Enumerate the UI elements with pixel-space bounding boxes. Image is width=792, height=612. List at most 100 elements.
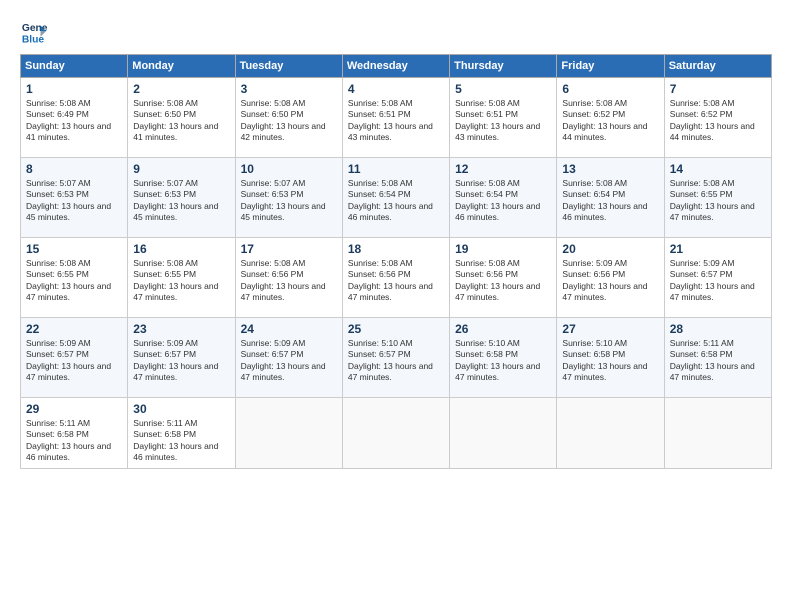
day-info: Sunrise: 5:09 AMSunset: 6:57 PMDaylight:… — [26, 338, 111, 382]
calendar-cell: 27 Sunrise: 5:10 AMSunset: 6:58 PMDaylig… — [557, 318, 664, 398]
day-number: 24 — [241, 322, 337, 336]
day-info: Sunrise: 5:10 AMSunset: 6:58 PMDaylight:… — [562, 338, 647, 382]
calendar-cell — [557, 398, 664, 469]
calendar-cell — [235, 398, 342, 469]
header: General Blue — [20, 18, 772, 46]
calendar-cell: 23 Sunrise: 5:09 AMSunset: 6:57 PMDaylig… — [128, 318, 235, 398]
day-info: Sunrise: 5:09 AMSunset: 6:57 PMDaylight:… — [241, 338, 326, 382]
day-info: Sunrise: 5:07 AMSunset: 6:53 PMDaylight:… — [241, 178, 326, 222]
day-number: 8 — [26, 162, 122, 176]
calendar-cell: 30 Sunrise: 5:11 AMSunset: 6:58 PMDaylig… — [128, 398, 235, 469]
day-info: Sunrise: 5:08 AMSunset: 6:55 PMDaylight:… — [670, 178, 755, 222]
calendar-cell: 11 Sunrise: 5:08 AMSunset: 6:54 PMDaylig… — [342, 158, 449, 238]
weekday-header-row: Sunday Monday Tuesday Wednesday Thursday… — [21, 55, 772, 78]
calendar-cell: 18 Sunrise: 5:08 AMSunset: 6:56 PMDaylig… — [342, 238, 449, 318]
calendar-cell: 19 Sunrise: 5:08 AMSunset: 6:56 PMDaylig… — [450, 238, 557, 318]
day-number: 26 — [455, 322, 551, 336]
calendar-cell: 5 Sunrise: 5:08 AMSunset: 6:51 PMDayligh… — [450, 78, 557, 158]
calendar-cell: 14 Sunrise: 5:08 AMSunset: 6:55 PMDaylig… — [664, 158, 771, 238]
header-friday: Friday — [557, 55, 664, 78]
day-number: 9 — [133, 162, 229, 176]
calendar-cell: 4 Sunrise: 5:08 AMSunset: 6:51 PMDayligh… — [342, 78, 449, 158]
header-saturday: Saturday — [664, 55, 771, 78]
calendar-cell — [342, 398, 449, 469]
day-number: 22 — [26, 322, 122, 336]
calendar-cell: 20 Sunrise: 5:09 AMSunset: 6:56 PMDaylig… — [557, 238, 664, 318]
day-number: 7 — [670, 82, 766, 96]
day-number: 3 — [241, 82, 337, 96]
day-number: 19 — [455, 242, 551, 256]
day-number: 1 — [26, 82, 122, 96]
day-number: 16 — [133, 242, 229, 256]
day-number: 30 — [133, 402, 229, 416]
day-info: Sunrise: 5:08 AMSunset: 6:56 PMDaylight:… — [348, 258, 433, 302]
day-info: Sunrise: 5:09 AMSunset: 6:57 PMDaylight:… — [133, 338, 218, 382]
day-info: Sunrise: 5:11 AMSunset: 6:58 PMDaylight:… — [26, 418, 111, 462]
calendar-cell — [450, 398, 557, 469]
day-info: Sunrise: 5:08 AMSunset: 6:50 PMDaylight:… — [241, 98, 326, 142]
day-info: Sunrise: 5:08 AMSunset: 6:50 PMDaylight:… — [133, 98, 218, 142]
day-number: 13 — [562, 162, 658, 176]
day-info: Sunrise: 5:07 AMSunset: 6:53 PMDaylight:… — [26, 178, 111, 222]
calendar-cell: 16 Sunrise: 5:08 AMSunset: 6:55 PMDaylig… — [128, 238, 235, 318]
day-info: Sunrise: 5:08 AMSunset: 6:54 PMDaylight:… — [348, 178, 433, 222]
calendar-cell — [664, 398, 771, 469]
day-number: 23 — [133, 322, 229, 336]
calendar-cell: 1 Sunrise: 5:08 AMSunset: 6:49 PMDayligh… — [21, 78, 128, 158]
calendar-cell: 25 Sunrise: 5:10 AMSunset: 6:57 PMDaylig… — [342, 318, 449, 398]
day-info: Sunrise: 5:08 AMSunset: 6:49 PMDaylight:… — [26, 98, 111, 142]
day-info: Sunrise: 5:08 AMSunset: 6:56 PMDaylight:… — [455, 258, 540, 302]
day-info: Sunrise: 5:08 AMSunset: 6:51 PMDaylight:… — [348, 98, 433, 142]
day-info: Sunrise: 5:08 AMSunset: 6:54 PMDaylight:… — [455, 178, 540, 222]
header-thursday: Thursday — [450, 55, 557, 78]
calendar-cell: 8 Sunrise: 5:07 AMSunset: 6:53 PMDayligh… — [21, 158, 128, 238]
day-info: Sunrise: 5:08 AMSunset: 6:52 PMDaylight:… — [670, 98, 755, 142]
header-monday: Monday — [128, 55, 235, 78]
calendar-cell: 17 Sunrise: 5:08 AMSunset: 6:56 PMDaylig… — [235, 238, 342, 318]
day-info: Sunrise: 5:09 AMSunset: 6:57 PMDaylight:… — [670, 258, 755, 302]
day-info: Sunrise: 5:08 AMSunset: 6:51 PMDaylight:… — [455, 98, 540, 142]
logo: General Blue — [20, 18, 48, 46]
day-number: 21 — [670, 242, 766, 256]
calendar-cell: 10 Sunrise: 5:07 AMSunset: 6:53 PMDaylig… — [235, 158, 342, 238]
day-number: 28 — [670, 322, 766, 336]
calendar-cell: 15 Sunrise: 5:08 AMSunset: 6:55 PMDaylig… — [21, 238, 128, 318]
header-sunday: Sunday — [21, 55, 128, 78]
day-number: 27 — [562, 322, 658, 336]
day-info: Sunrise: 5:08 AMSunset: 6:55 PMDaylight:… — [133, 258, 218, 302]
day-info: Sunrise: 5:08 AMSunset: 6:56 PMDaylight:… — [241, 258, 326, 302]
day-info: Sunrise: 5:09 AMSunset: 6:56 PMDaylight:… — [562, 258, 647, 302]
calendar-cell: 28 Sunrise: 5:11 AMSunset: 6:58 PMDaylig… — [664, 318, 771, 398]
day-info: Sunrise: 5:10 AMSunset: 6:58 PMDaylight:… — [455, 338, 540, 382]
logo-icon: General Blue — [20, 18, 48, 46]
day-number: 6 — [562, 82, 658, 96]
calendar-cell: 9 Sunrise: 5:07 AMSunset: 6:53 PMDayligh… — [128, 158, 235, 238]
calendar-cell: 29 Sunrise: 5:11 AMSunset: 6:58 PMDaylig… — [21, 398, 128, 469]
calendar-page: General Blue Sunday Monday Tuesday Wedne… — [0, 0, 792, 612]
calendar-cell: 26 Sunrise: 5:10 AMSunset: 6:58 PMDaylig… — [450, 318, 557, 398]
day-number: 11 — [348, 162, 444, 176]
calendar-cell: 22 Sunrise: 5:09 AMSunset: 6:57 PMDaylig… — [21, 318, 128, 398]
day-number: 18 — [348, 242, 444, 256]
day-number: 15 — [26, 242, 122, 256]
calendar-cell: 24 Sunrise: 5:09 AMSunset: 6:57 PMDaylig… — [235, 318, 342, 398]
calendar-cell: 12 Sunrise: 5:08 AMSunset: 6:54 PMDaylig… — [450, 158, 557, 238]
day-info: Sunrise: 5:08 AMSunset: 6:54 PMDaylight:… — [562, 178, 647, 222]
calendar-cell: 2 Sunrise: 5:08 AMSunset: 6:50 PMDayligh… — [128, 78, 235, 158]
calendar-cell: 7 Sunrise: 5:08 AMSunset: 6:52 PMDayligh… — [664, 78, 771, 158]
day-number: 10 — [241, 162, 337, 176]
calendar-table: Sunday Monday Tuesday Wednesday Thursday… — [20, 54, 772, 469]
day-info: Sunrise: 5:11 AMSunset: 6:58 PMDaylight:… — [133, 418, 218, 462]
header-tuesday: Tuesday — [235, 55, 342, 78]
day-info: Sunrise: 5:07 AMSunset: 6:53 PMDaylight:… — [133, 178, 218, 222]
day-number: 4 — [348, 82, 444, 96]
day-info: Sunrise: 5:10 AMSunset: 6:57 PMDaylight:… — [348, 338, 433, 382]
day-number: 29 — [26, 402, 122, 416]
day-info: Sunrise: 5:08 AMSunset: 6:55 PMDaylight:… — [26, 258, 111, 302]
day-number: 17 — [241, 242, 337, 256]
calendar-cell: 21 Sunrise: 5:09 AMSunset: 6:57 PMDaylig… — [664, 238, 771, 318]
calendar-cell: 3 Sunrise: 5:08 AMSunset: 6:50 PMDayligh… — [235, 78, 342, 158]
header-wednesday: Wednesday — [342, 55, 449, 78]
day-number: 12 — [455, 162, 551, 176]
day-number: 14 — [670, 162, 766, 176]
